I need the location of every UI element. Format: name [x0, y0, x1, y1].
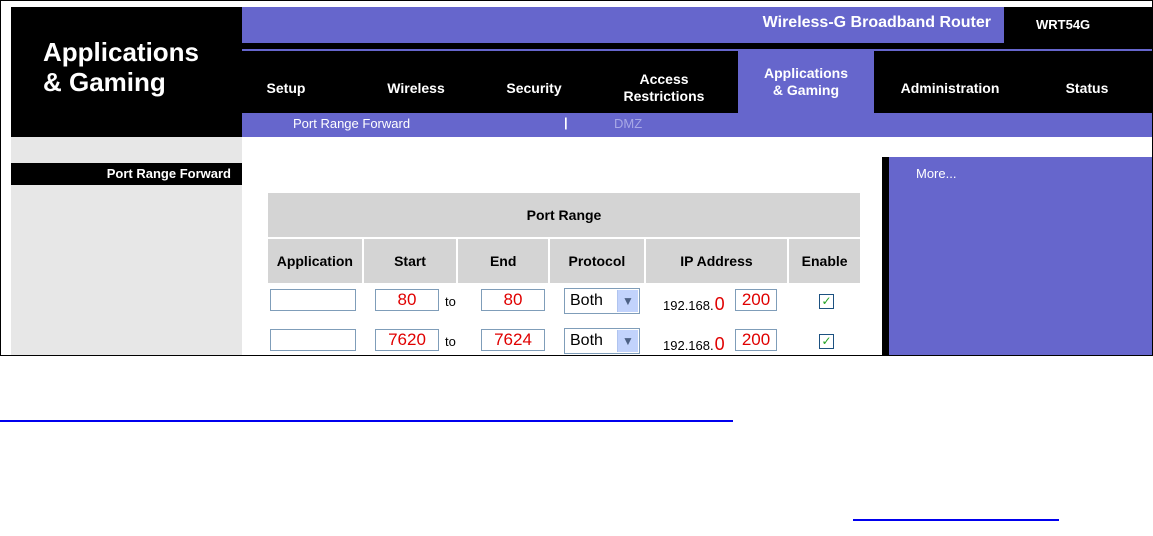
tab-setup[interactable]: Setup	[242, 63, 330, 113]
tab-applications-gaming[interactable]: Applications & Gaming	[738, 51, 874, 113]
column-header-protocol: Protocol	[550, 239, 644, 283]
model-box: WRT54G	[1004, 7, 1152, 43]
protocol-select[interactable]: Both ▼	[564, 328, 640, 354]
tab-access-restrictions[interactable]: Access Restrictions	[602, 63, 726, 113]
protocol-value: Both	[570, 332, 603, 349]
chevron-down-icon[interactable]: ▼	[617, 290, 638, 312]
column-header-enable: Enable	[789, 239, 860, 283]
application-name-input[interactable]	[270, 289, 356, 311]
main-tab-bar: Setup Wireless Security Access Restricti…	[242, 43, 1152, 113]
column-header-ip-address: IP Address	[645, 239, 788, 283]
column-header-application: Application	[268, 239, 362, 283]
table-header-row: Application Start End Protocol IP Addres…	[268, 239, 860, 283]
table-row: 7620 to 7624 Both ▼ 192.168.0 200 ✓	[268, 323, 860, 355]
table-title: Port Range	[268, 193, 860, 237]
sub-navigation: Port Range Forward | DMZ	[242, 113, 1152, 137]
ip-last-octet-input[interactable]: 200	[735, 329, 777, 351]
chevron-down-icon[interactable]: ▼	[617, 330, 638, 352]
tab-security[interactable]: Security	[487, 63, 581, 113]
table-row: 80 to 80 Both ▼ 192.168.0 200 ✓	[268, 283, 860, 323]
left-sidebar: Port Range Forward	[11, 137, 242, 355]
column-header-end: End	[458, 239, 549, 283]
section-header: Applications & Gaming	[11, 7, 242, 137]
ip-third-octet: 0	[714, 294, 725, 314]
tab-divider-line	[242, 49, 1152, 51]
main-content: Port Range Application Start End Protoco…	[242, 147, 882, 355]
ip-prefix: 192.168.	[663, 338, 714, 353]
product-bar: Wireless-G Broadband Router WRT54G	[242, 7, 1152, 43]
router-admin-screenshot: Applications & Gaming Wireless-G Broadba…	[0, 0, 1153, 356]
ip-third-octet: 0	[714, 334, 725, 354]
ip-prefix: 192.168.	[663, 298, 714, 313]
range-to-label: to	[445, 294, 456, 309]
range-to-label: to	[445, 334, 456, 349]
help-panel: More...	[882, 157, 1152, 355]
model-name: WRT54G	[1036, 17, 1091, 32]
application-name-input[interactable]	[270, 329, 356, 351]
link-underline	[0, 420, 733, 422]
tab-status[interactable]: Status	[1042, 63, 1132, 113]
ip-address: 192.168.0	[663, 294, 725, 315]
section-title: Applications & Gaming	[43, 37, 200, 97]
start-port-input[interactable]: 80	[375, 289, 439, 311]
product-name: Wireless-G Broadband Router	[762, 14, 991, 31]
enable-checkbox[interactable]: ✓	[819, 334, 834, 349]
sidebar-section-label: Port Range Forward	[11, 163, 242, 185]
link-underline	[853, 519, 1059, 521]
start-port-input[interactable]: 7620	[375, 329, 439, 351]
port-range-table: Port Range Application Start End Protoco…	[268, 193, 860, 355]
subnav-port-range-forward[interactable]: Port Range Forward	[293, 116, 410, 131]
tab-administration[interactable]: Administration	[880, 63, 1020, 113]
end-port-input[interactable]: 7624	[481, 329, 545, 351]
help-panel-rail	[882, 157, 889, 355]
ip-address: 192.168.0	[663, 334, 725, 355]
end-port-input[interactable]: 80	[481, 289, 545, 311]
protocol-select[interactable]: Both ▼	[564, 288, 640, 314]
ip-last-octet-input[interactable]: 200	[735, 289, 777, 311]
more-help-link[interactable]: More...	[916, 166, 956, 181]
subnav-separator: |	[564, 115, 568, 130]
subnav-dmz[interactable]: DMZ	[614, 116, 642, 131]
enable-checkbox[interactable]: ✓	[819, 294, 834, 309]
column-header-start: Start	[363, 239, 457, 283]
protocol-value: Both	[570, 292, 603, 309]
tab-wireless[interactable]: Wireless	[362, 63, 470, 113]
